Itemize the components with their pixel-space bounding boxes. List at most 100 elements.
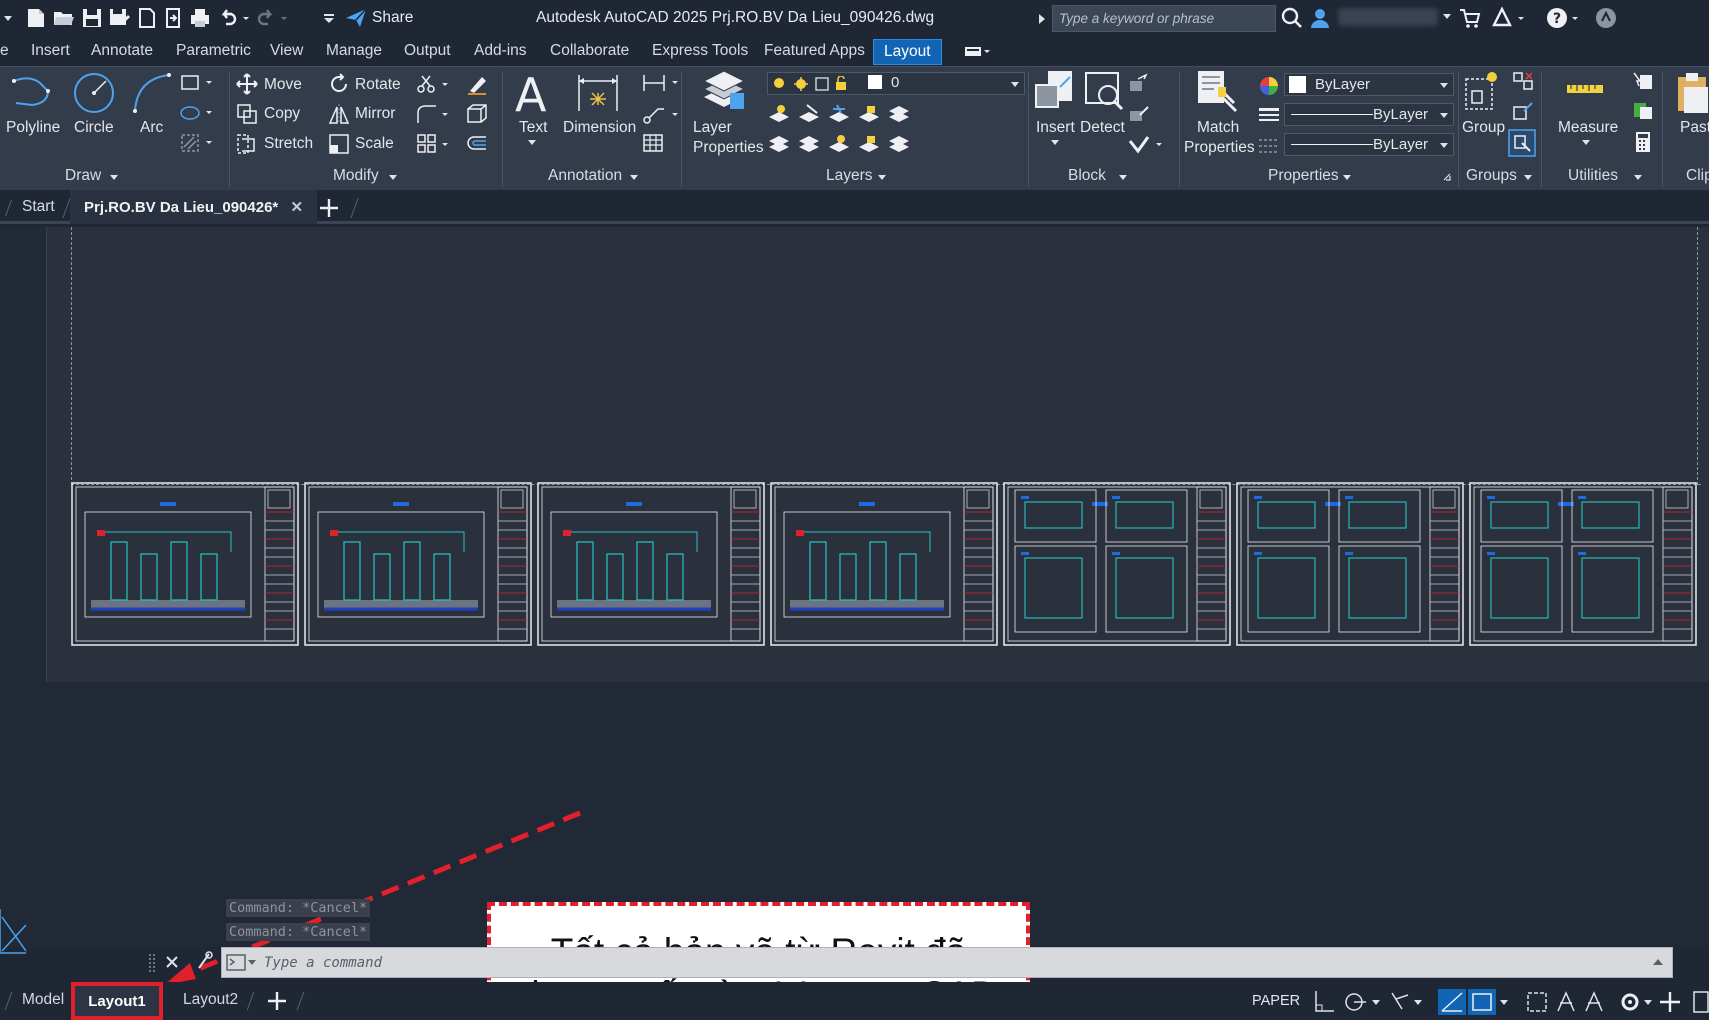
circle-button[interactable]: Circle: [74, 119, 114, 137]
open-folder-icon[interactable]: [52, 6, 76, 30]
stretch-icon[interactable]: [236, 133, 258, 155]
tab-manage[interactable]: Manage: [326, 42, 382, 60]
share-button[interactable]: Share: [372, 9, 413, 27]
fillet-icon[interactable]: [416, 103, 452, 125]
autodesk-app-icon[interactable]: [1490, 6, 1526, 30]
groups-expand-icon[interactable]: [1523, 174, 1533, 182]
calculator-icon[interactable]: [1632, 131, 1654, 153]
customize-command-icon[interactable]: [194, 950, 214, 972]
new-tab-icon[interactable]: [318, 197, 340, 219]
insert-button[interactable]: Insert: [1036, 119, 1075, 137]
share-icon[interactable]: [344, 6, 368, 30]
help-icon[interactable]: ?: [1546, 6, 1582, 30]
scale-icon[interactable]: [328, 133, 350, 155]
cart-icon[interactable]: [1458, 6, 1482, 30]
clipboard-group-title[interactable]: Clip: [1686, 167, 1709, 185]
polyline-button[interactable]: Polyline: [6, 119, 60, 137]
menu-dropdown-icon[interactable]: [2, 6, 14, 30]
ellipse-icon[interactable]: [180, 103, 216, 123]
save-icon[interactable]: [80, 6, 104, 30]
layer-properties-icon[interactable]: [702, 69, 746, 113]
customize-dropdown-icon[interactable]: [322, 6, 336, 30]
leader-icon[interactable]: [642, 103, 682, 125]
array-icon[interactable]: [416, 133, 452, 155]
tab-featured-apps[interactable]: Featured Apps: [764, 42, 865, 60]
command-line-grip-icon[interactable]: [148, 952, 156, 974]
rotate-button[interactable]: Rotate: [355, 76, 401, 94]
tab-output[interactable]: Output: [404, 42, 451, 60]
offset-icon[interactable]: [466, 133, 488, 155]
layer-tools-row-2-icon[interactable]: [767, 133, 911, 155]
tab-annotate[interactable]: Annotate: [91, 42, 153, 60]
edit-block-icon[interactable]: [1128, 103, 1150, 123]
lineweight-dropdown[interactable]: ByLayer: [1284, 103, 1454, 126]
group-edit-icon[interactable]: [1512, 101, 1534, 121]
layer-properties-label-2[interactable]: Properties: [693, 139, 764, 157]
linear-dim-icon[interactable]: [642, 73, 682, 93]
tab-parametric[interactable]: Parametric: [176, 42, 251, 60]
array-3d-icon[interactable]: [466, 103, 488, 125]
close-tab-icon[interactable]: ✕: [290, 199, 303, 216]
group-icon[interactable]: [1462, 69, 1502, 113]
stretch-button[interactable]: Stretch: [264, 135, 313, 153]
group-selection-icon[interactable]: [1508, 129, 1536, 157]
scale-button[interactable]: Scale: [355, 135, 394, 153]
exported-sheets-strip[interactable]: [71, 482, 1701, 654]
trim-icon[interactable]: [416, 73, 452, 95]
match-properties-label-1[interactable]: Match: [1197, 119, 1239, 137]
redo-icon[interactable]: [254, 6, 290, 30]
group-button[interactable]: Group: [1462, 119, 1505, 137]
dimension-icon[interactable]: [575, 71, 621, 115]
app-menu-icon[interactable]: [1594, 6, 1618, 30]
draw-group-title[interactable]: Draw: [65, 167, 101, 185]
save-as-icon[interactable]: [107, 6, 131, 30]
new-file-icon[interactable]: [24, 6, 48, 30]
mirror-button[interactable]: Mirror: [355, 105, 395, 123]
text-button[interactable]: Text: [519, 119, 547, 137]
match-properties-icon[interactable]: [1196, 69, 1240, 115]
measure-dropdown-icon[interactable]: [1581, 139, 1591, 147]
insert-block-icon[interactable]: [1034, 69, 1078, 115]
tab-home[interactable]: e: [0, 42, 9, 60]
tab-insert[interactable]: Insert: [31, 42, 70, 60]
annotation-group-title[interactable]: Annotation: [548, 167, 622, 185]
polyline-icon[interactable]: [10, 73, 52, 113]
draw-expand-icon[interactable]: [109, 174, 119, 182]
tab-view[interactable]: View: [270, 42, 303, 60]
search-expand-icon[interactable]: [1038, 13, 1046, 25]
drawing-canvas[interactable]: Tất cả bản vẽ từ Revit đã được xuất vào …: [0, 227, 1709, 1020]
move-button[interactable]: Move: [264, 76, 302, 94]
erase-icon[interactable]: [466, 73, 488, 95]
add-layout-icon[interactable]: [266, 990, 288, 1012]
layers-expand-icon[interactable]: [877, 174, 887, 182]
modify-group-title[interactable]: Modify: [333, 167, 379, 185]
mirror-icon[interactable]: [328, 103, 350, 125]
tab-express-tools[interactable]: Express Tools: [652, 42, 748, 60]
close-command-line-icon[interactable]: [164, 952, 182, 972]
search-box[interactable]: [1052, 5, 1276, 32]
search-input[interactable]: [1053, 6, 1275, 31]
text-dropdown-icon[interactable]: [527, 139, 537, 147]
command-history-toggle-icon[interactable]: [1652, 958, 1664, 966]
command-input[interactable]: [264, 948, 1644, 977]
copy-button[interactable]: Copy: [264, 105, 300, 123]
status-tools-icons[interactable]: [1310, 989, 1709, 1015]
groups-group-title[interactable]: Groups: [1466, 167, 1517, 185]
tab-layout1[interactable]: Layout1: [71, 982, 163, 1020]
match-properties-label-2[interactable]: Properties: [1184, 139, 1255, 157]
circle-icon[interactable]: [72, 71, 116, 115]
paste-button[interactable]: Paste: [1680, 119, 1709, 137]
create-block-icon[interactable]: [1128, 73, 1150, 93]
utilities-group-title[interactable]: Utilities: [1568, 167, 1618, 185]
arc-button[interactable]: Arc: [140, 119, 163, 137]
modify-expand-icon[interactable]: [388, 174, 398, 182]
paste-icon[interactable]: [1676, 71, 1709, 115]
paper-space-toggle[interactable]: PAPER: [1252, 993, 1300, 1009]
tab-collaborate[interactable]: Collaborate: [550, 42, 629, 60]
annotation-expand-icon[interactable]: [629, 174, 639, 182]
user-dropdown-icon[interactable]: [1442, 13, 1452, 21]
properties-launcher-icon[interactable]: [1443, 173, 1451, 181]
dimension-button[interactable]: Dimension: [563, 119, 636, 137]
table-icon[interactable]: [642, 133, 664, 153]
tab-model[interactable]: Model: [22, 991, 64, 1009]
